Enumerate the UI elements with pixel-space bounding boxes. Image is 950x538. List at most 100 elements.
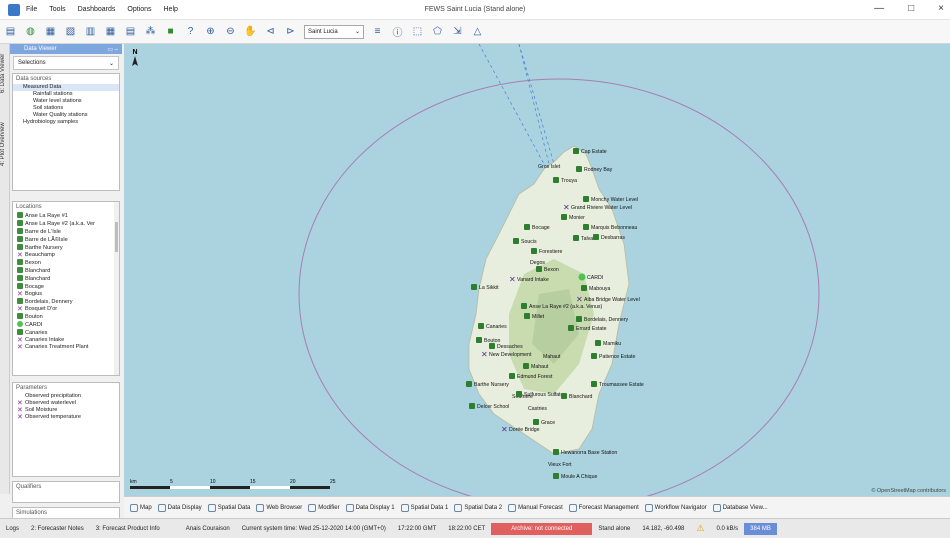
zoom-out-icon[interactable]: ⊖ [224, 25, 237, 38]
map-station[interactable]: Gros Islet [538, 164, 561, 170]
map-station[interactable]: Canaries [478, 323, 507, 330]
data-source-item[interactable]: Water Quality stations [13, 112, 119, 119]
selection-dropdown[interactable]: Selections ⌄ [13, 56, 119, 70]
map-station[interactable]: Dessaches [489, 343, 523, 350]
zoom-previous-icon[interactable]: ⊲ [264, 25, 277, 38]
display-tab[interactable]: Web Browser [256, 503, 302, 512]
tab-plot-overview[interactable]: 4: Plot Overview [0, 114, 10, 174]
status-logs[interactable]: Logs [0, 526, 25, 532]
data-source-item[interactable]: Soil stations [13, 105, 119, 112]
map-station[interactable]: Moule A Chique [553, 473, 597, 480]
location-item[interactable]: ✕ Bosquet D'or [13, 306, 119, 313]
map-station[interactable]: Bordelais, Dennery [576, 316, 629, 323]
map-station[interactable]: Blanchard [561, 393, 592, 400]
display-tab[interactable]: Workflow Navigator [644, 503, 707, 512]
pan-icon[interactable]: ✋ [244, 25, 257, 38]
location-item[interactable]: Bouton [13, 313, 119, 321]
map-station[interactable]: Degos [530, 260, 545, 266]
map-station[interactable]: Marquis Bebonneau [583, 224, 638, 231]
panel-options-icon[interactable]: ▭ – [107, 46, 118, 53]
map-station[interactable]: Trouya [553, 177, 577, 184]
display-tab[interactable]: Manual Forecast [508, 503, 563, 512]
zoom-next-icon[interactable]: ⊳ [284, 25, 297, 38]
map-station[interactable]: Mabouya [581, 285, 610, 292]
close-button[interactable]: × [938, 3, 944, 14]
maximize-button[interactable]: □ [908, 3, 914, 14]
map-station[interactable]: Barthe Nursery [466, 381, 509, 388]
map-station[interactable]: Mahaut [523, 363, 549, 370]
wide-table-icon[interactable]: ▤ [124, 25, 137, 38]
location-item[interactable]: Bexon [13, 259, 119, 267]
data-source-item[interactable]: Measured Data [13, 84, 119, 91]
map-station[interactable]: Delcer School [469, 403, 509, 410]
menu-dashboards[interactable]: Dashboards [78, 6, 116, 13]
parameter-item[interactable]: Observed precipitation [13, 393, 119, 400]
info-icon[interactable]: ⓘ [391, 25, 404, 39]
map-station[interactable]: Forestiere [531, 248, 562, 255]
map-station[interactable]: CARDI [578, 273, 604, 282]
globe-icon[interactable]: ◍ [24, 25, 37, 38]
parameter-item[interactable]: ✕ Observed temperature [13, 414, 119, 421]
map-station[interactable]: Bouton [476, 337, 501, 344]
layers-icon[interactable]: ≡ [371, 25, 384, 38]
menu-file[interactable]: File [26, 6, 37, 13]
display-tab[interactable]: Spatial Data 1 [400, 503, 448, 512]
menu-options[interactable]: Options [127, 6, 151, 13]
map-station[interactable]: Soucis [513, 238, 537, 245]
location-item[interactable]: Canaries [13, 329, 119, 337]
grid-icon[interactable]: ▦ [104, 25, 117, 38]
parameter-item[interactable]: ✕ Soil Moisture [13, 407, 119, 414]
location-item[interactable]: CARDI [13, 321, 119, 329]
display-tab[interactable]: Data Display 1 [345, 503, 395, 512]
location-item[interactable]: Anse La Raye #2 (a.k.a. Ver [13, 220, 119, 228]
location-item[interactable]: Anse La Raye #1 [13, 212, 119, 220]
map-station[interactable]: Hewanorra Base Station [553, 449, 617, 456]
location-item[interactable]: Blanchard [13, 267, 119, 275]
map-station[interactable]: Sulfurous Sulfate [516, 391, 564, 398]
menu-help[interactable]: Help [164, 6, 178, 13]
map-view[interactable]: N Cap Estate Gros Islet Rodney Bay Trouya Mo… [124, 44, 950, 496]
map-station[interactable]: ✕ Dorée Bridge [501, 425, 540, 434]
map-station[interactable]: Bexon [536, 266, 559, 273]
location-item[interactable]: Barre de L'Isle [13, 228, 119, 236]
data-source-item[interactable]: Rainfall stations [13, 91, 119, 98]
table-icon[interactable]: ▥ [84, 25, 97, 38]
location-item[interactable]: Bordelais, Dennery [13, 298, 119, 306]
chart-window-icon[interactable]: ▦ [44, 25, 57, 38]
location-combo[interactable]: Saint Lucia ⌄ [304, 24, 364, 39]
status-forecaster-notes[interactable]: 2: Forecaster Notes [25, 526, 90, 532]
map-station[interactable]: La Sikkit [471, 284, 499, 291]
map-station[interactable]: Anse La Raye #2 (a.k.a. Venus) [521, 303, 603, 310]
map-station[interactable]: ✕ Vanard Intake [509, 275, 549, 284]
location-item[interactable]: ✕ Canaries Intake [13, 337, 119, 344]
wand-icon[interactable]: ⁂ [144, 25, 157, 38]
warning-icon[interactable]: ⚠ [690, 523, 710, 534]
explorer-icon[interactable]: ▤ [4, 25, 17, 38]
location-item[interactable]: ✕ Bogius [13, 291, 119, 298]
map-station[interactable]: Talvan [573, 235, 596, 242]
display-tab[interactable]: Forecast Management [568, 503, 639, 512]
location-item[interactable]: Bocage [13, 283, 119, 291]
map-station[interactable]: ✕ Grand Riviere Water Level [563, 203, 632, 212]
location-item[interactable]: ✕ Beauchamp [13, 252, 119, 259]
location-item[interactable]: ✕ Canaries Treatment Plant [13, 344, 119, 351]
minimize-button[interactable]: — [874, 3, 884, 14]
map-station[interactable]: Vieux Fort [548, 462, 572, 468]
map-station[interactable]: ✕ New Development [481, 350, 532, 359]
display-tab[interactable]: Data Display [157, 503, 202, 512]
map-station[interactable]: Monchy Water Level [583, 196, 638, 203]
map-station[interactable]: Cap Estate [573, 148, 607, 155]
data-source-item[interactable]: Water level stations [13, 98, 119, 105]
parameter-item[interactable]: ✕ Observed waterlevel [13, 400, 119, 407]
help-icon[interactable]: ? [184, 25, 197, 38]
map-station[interactable]: Desbarras [593, 234, 625, 241]
location-item[interactable]: Blanchard [13, 275, 119, 283]
status-product-info[interactable]: 3: Forecast Product Info [90, 526, 166, 532]
menu-tools[interactable]: Tools [49, 6, 65, 13]
data-source-item[interactable]: Hydrobiology samples [13, 119, 119, 126]
display-tab[interactable]: Database View... [712, 503, 768, 512]
map-station[interactable]: Bocage [524, 224, 550, 231]
select-rectangle-icon[interactable]: ⬚ [411, 25, 424, 38]
display-tab[interactable]: Spatial Data 2 [454, 503, 502, 512]
locations-scrollbar[interactable] [114, 202, 119, 375]
